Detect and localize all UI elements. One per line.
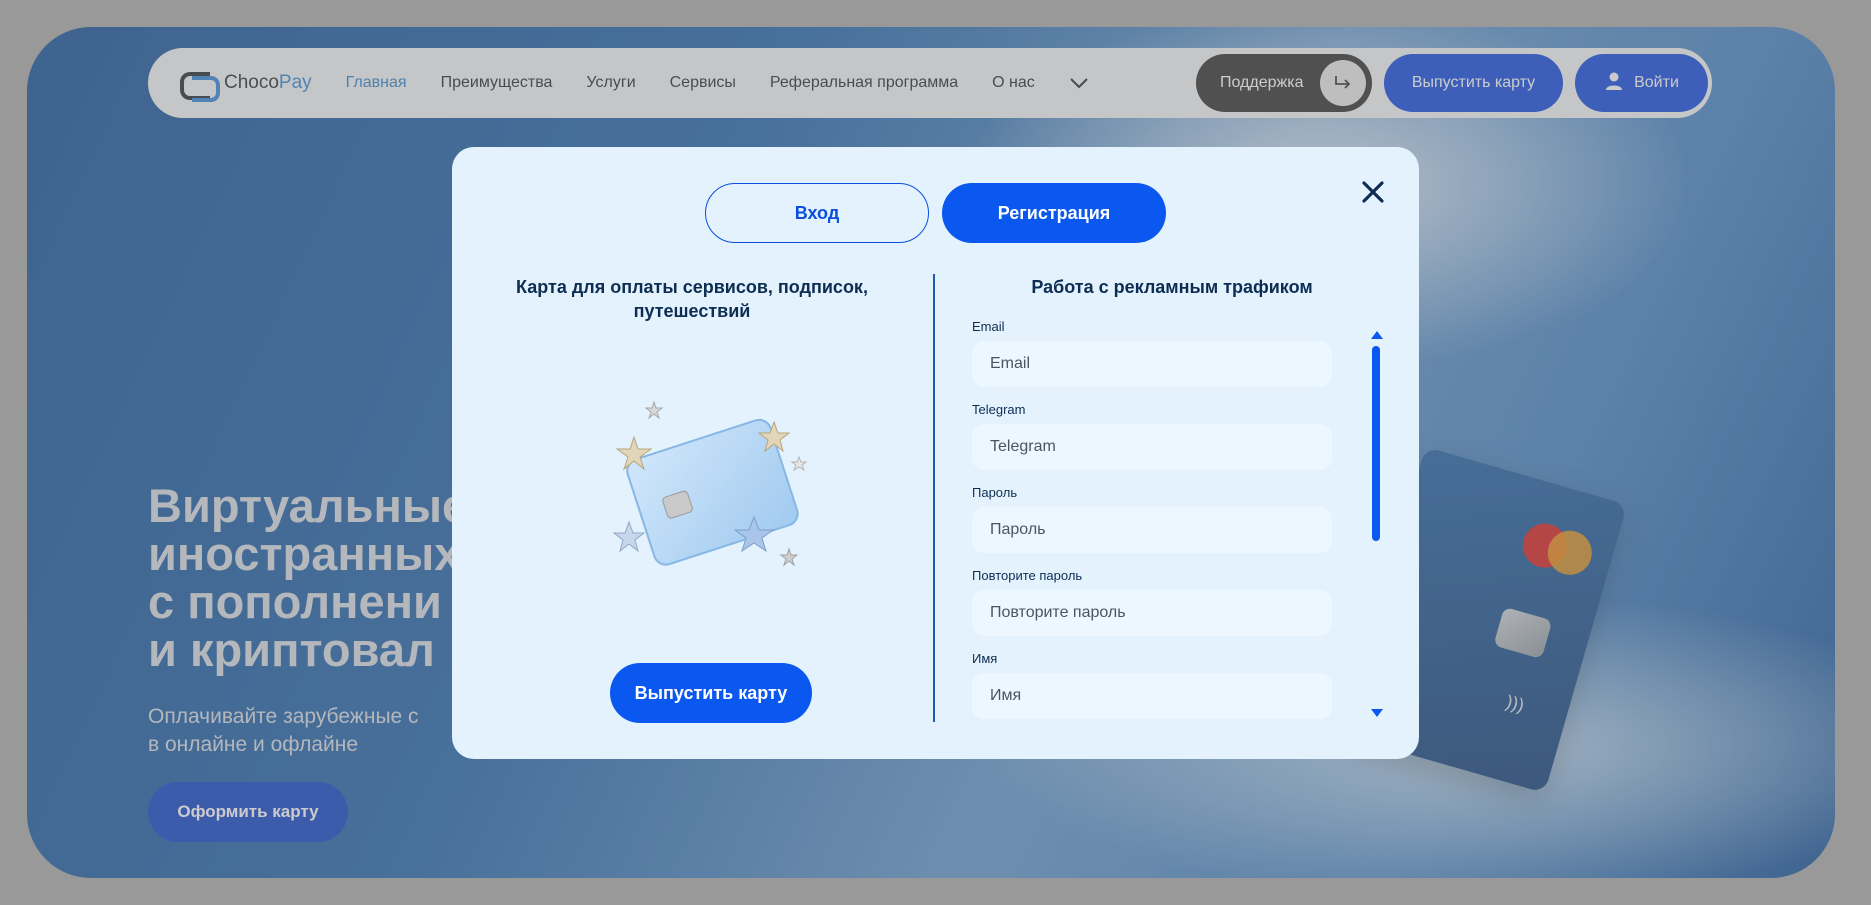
registration-form[interactable]: Email Telegram Пароль Повторите пароль И… xyxy=(972,319,1352,719)
telegram-field[interactable] xyxy=(972,424,1332,470)
card-stars-illustration xyxy=(594,397,834,597)
scrollbar-thumb[interactable] xyxy=(1372,346,1380,541)
password-field[interactable] xyxy=(972,507,1332,553)
name-field[interactable] xyxy=(972,673,1332,719)
tab-login[interactable]: Вход xyxy=(705,183,929,243)
repeat-password-field[interactable] xyxy=(972,590,1332,636)
issue-card-modal-button[interactable]: Выпустить карту xyxy=(610,663,812,723)
email-field[interactable] xyxy=(972,341,1332,387)
close-icon[interactable] xyxy=(1355,174,1391,210)
scroll-up-icon[interactable] xyxy=(1370,327,1384,339)
scroll-down-icon[interactable] xyxy=(1370,705,1384,717)
left-panel-title: Карта для оплаты сервисов, подписок, пут… xyxy=(516,277,868,321)
repeat-password-label: Повторите пароль xyxy=(972,568,1083,583)
auth-modal: Вход Регистрация Карта для оплаты сервис… xyxy=(452,147,1419,759)
email-label: Email xyxy=(972,319,1005,334)
panel-divider xyxy=(933,274,935,722)
password-label: Пароль xyxy=(972,485,1018,500)
tab-register[interactable]: Регистрация xyxy=(942,183,1166,243)
right-panel-title: Работа с рекламным трафиком xyxy=(1031,277,1313,297)
telegram-label: Telegram xyxy=(972,402,1026,417)
name-label: Имя xyxy=(972,651,998,666)
